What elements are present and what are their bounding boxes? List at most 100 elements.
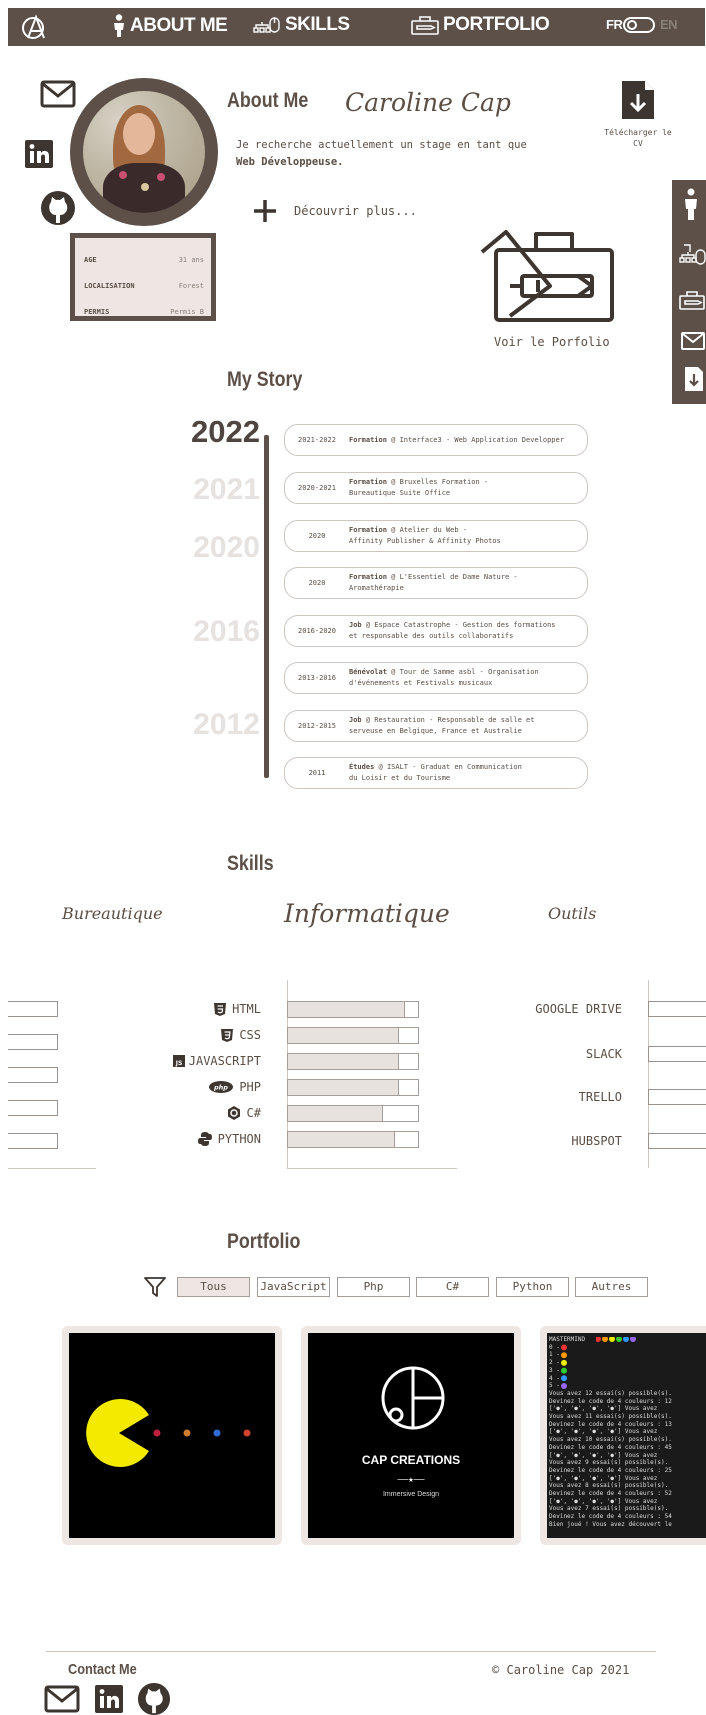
side-download-icon[interactable] xyxy=(684,366,704,392)
svg-text:php: php xyxy=(213,1084,228,1092)
svg-text:JS: JS xyxy=(174,1060,182,1067)
download-cv-icon[interactable] xyxy=(620,79,656,121)
filter-php[interactable]: Php xyxy=(337,1277,410,1297)
about-title: About Me xyxy=(227,89,309,112)
side-mail-icon[interactable] xyxy=(680,331,706,351)
skill-css: CSS xyxy=(140,1028,261,1042)
footer-linkedin-icon[interactable] xyxy=(94,1684,124,1714)
skill-php: php PHP xyxy=(140,1080,261,1094)
pacman-screenshot xyxy=(69,1333,275,1538)
portfolio-card-pacman[interactable] xyxy=(62,1326,282,1545)
discover-more-link[interactable]: Découvrir plus... xyxy=(294,204,417,218)
timeline-card: 2011 Études @ ISALT - Graduat en Communic… xyxy=(284,757,588,789)
skills-title: Skills xyxy=(227,852,274,875)
year-2016: 2016 xyxy=(193,615,260,648)
network-mouse-icon xyxy=(253,17,280,33)
side-portfolio-icon[interactable] xyxy=(678,289,706,311)
tab-informatique[interactable]: Informatique xyxy=(284,899,450,928)
timeline-card: 2016-2020 Job @ Espace Catastrophe - Gest… xyxy=(284,615,588,647)
year-2012: 2012 xyxy=(193,708,260,741)
office-bar xyxy=(8,1034,58,1050)
year-2021: 2021 xyxy=(193,473,260,506)
cap-creations-screenshot: CAP CREATIONS ——★—— Immersive Design xyxy=(308,1333,514,1538)
timeline-card: 2012-2015 Job @ Restauration - Responsabl… xyxy=(284,710,588,742)
js-icon: JS xyxy=(172,1055,185,1067)
logo-icon[interactable] xyxy=(20,13,50,41)
office-bar xyxy=(8,1067,58,1083)
tool-google-drive: GOOGLE DRIVE xyxy=(535,1002,622,1016)
contact-title: Contact Me xyxy=(68,1661,137,1678)
tool-bar xyxy=(648,1089,706,1105)
side-skills-icon[interactable] xyxy=(678,242,706,268)
about-text: Je recherche actuellement un stage en ta… xyxy=(236,139,527,168)
cap-logo-icon xyxy=(381,1366,445,1430)
profile-name: Caroline Cap xyxy=(345,88,511,117)
year-2022: 2022 xyxy=(191,414,260,449)
nav-about-me[interactable]: ABOUT ME xyxy=(112,14,228,38)
lang-fr[interactable]: FR xyxy=(606,17,623,32)
tool-bar xyxy=(648,1001,706,1017)
skill-bar-html xyxy=(287,1001,419,1018)
skill-html: HTML xyxy=(140,1002,261,1016)
copyright: © Caroline Cap 2021 xyxy=(492,1663,630,1677)
filter-python[interactable]: Python xyxy=(496,1277,569,1297)
tool-hubspot: HUBSPOT xyxy=(571,1134,622,1148)
portfolio-title: Portfolio xyxy=(227,1230,301,1253)
info-list: AGE 31 ans LOCALISATION Forest PERMIS Permi… xyxy=(84,247,204,325)
python-icon xyxy=(197,1132,212,1146)
footer-divider xyxy=(46,1651,656,1652)
tool-bar xyxy=(648,1046,706,1062)
skill-bar-php xyxy=(287,1079,419,1096)
info-row: PERMIS Permis B xyxy=(84,308,204,316)
filter-autres[interactable]: Autres xyxy=(575,1277,648,1297)
view-portfolio-link[interactable]: Voir le Porfolio xyxy=(494,335,610,349)
tool-slack: SLACK xyxy=(585,1047,622,1061)
office-bar xyxy=(8,1133,58,1149)
github-icon[interactable] xyxy=(40,190,76,226)
php-icon: php xyxy=(209,1081,234,1093)
pacman-icon xyxy=(86,1399,251,1467)
footer-mail-icon[interactable] xyxy=(44,1685,80,1713)
office-bar xyxy=(8,1001,58,1017)
linkedin-icon[interactable] xyxy=(24,139,54,169)
nav-skills[interactable]: SKILLS xyxy=(252,14,350,36)
divider xyxy=(8,1168,96,1169)
portfolio-card-mastermind[interactable]: MASTERMIND 0 -1 -2 -3 -4 -5 - Vous avez … xyxy=(540,1326,706,1545)
skill-bar-csharp xyxy=(287,1105,419,1122)
mastermind-color-dots xyxy=(596,1337,636,1342)
lang-toggle[interactable] xyxy=(623,17,655,33)
timeline-card: 2013-2016 Bénévolat @ Tour de Samme asbl … xyxy=(284,662,588,694)
nav-portfolio[interactable]: PORTFOLIO xyxy=(410,14,550,36)
download-cv-label[interactable]: Télécharger le CV xyxy=(600,127,676,149)
filter-icon[interactable] xyxy=(144,1277,166,1297)
briefcase-icon xyxy=(411,16,439,35)
filter-csharp[interactable]: C# xyxy=(416,1277,489,1297)
portfolio-briefcase-icon[interactable] xyxy=(480,228,616,324)
portfolio-card-cap-creations[interactable]: CAP CREATIONS ——★—— Immersive Design xyxy=(301,1326,521,1545)
timeline-line xyxy=(264,435,269,778)
skill-bar-python xyxy=(287,1131,419,1148)
tab-bureautique[interactable]: Bureautique xyxy=(62,904,163,923)
office-bars xyxy=(8,1001,58,1149)
tool-trello: TRELLO xyxy=(578,1090,622,1104)
side-person-icon[interactable] xyxy=(683,188,699,222)
filter-tous[interactable]: Tous xyxy=(177,1277,250,1297)
story-title: My Story xyxy=(227,368,303,391)
skill-javascript: JS JAVASCRIPT xyxy=(140,1054,261,1068)
info-row: LOCALISATION Forest xyxy=(84,282,204,290)
css3-icon xyxy=(221,1028,234,1042)
footer-github-icon[interactable] xyxy=(137,1682,171,1715)
timeline-card: 2020 Formation @ Atelier du Web - Affinity… xyxy=(284,520,588,552)
html5-icon xyxy=(214,1002,227,1016)
timeline-card: 2020-2021 Formation @ Bruxelles Formation… xyxy=(284,472,588,504)
axis-base xyxy=(287,1168,457,1169)
filter-javascript[interactable]: JavaScript xyxy=(257,1277,330,1297)
skill-csharp: C# xyxy=(140,1106,261,1120)
plus-icon[interactable] xyxy=(252,198,278,224)
mail-icon[interactable] xyxy=(40,79,76,109)
skill-bar-javascript xyxy=(287,1053,419,1070)
year-2020: 2020 xyxy=(193,531,260,564)
lang-en[interactable]: EN xyxy=(660,17,678,32)
office-bar xyxy=(8,1100,58,1116)
tab-outils[interactable]: Outils xyxy=(548,904,596,923)
